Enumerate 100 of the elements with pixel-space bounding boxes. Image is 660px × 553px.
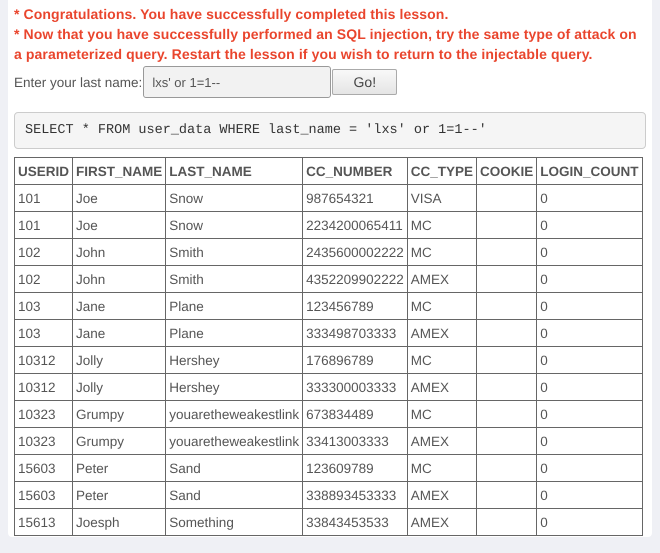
table-cell: Smith [166, 238, 303, 266]
last-name-field[interactable]: lxs' or 1=1-- [143, 66, 332, 98]
table-cell: AMEX [407, 266, 476, 292]
table-cell [476, 454, 537, 482]
table-cell: 102 [14, 238, 73, 266]
table-cell: 2234200065411 [302, 212, 408, 238]
table-cell [476, 400, 537, 428]
table-cell: 2435600002222 [302, 238, 408, 266]
table-cell: 103 [14, 320, 73, 346]
table-cell: 103 [14, 292, 73, 320]
table-cell: John [72, 266, 166, 292]
table-cell: 333300003333 [302, 374, 408, 400]
table-cell: 673834489 [302, 400, 408, 428]
table-cell: MC [407, 212, 476, 238]
table-cell: 0 [536, 428, 642, 454]
table-cell: AMEX [407, 374, 476, 400]
table-cell: 10312 [14, 374, 73, 400]
table-cell: 987654321 [302, 184, 408, 212]
table-cell [476, 292, 537, 320]
table-cell: MC [407, 292, 476, 320]
table-cell: Sand [166, 482, 303, 508]
table-cell: Sand [166, 454, 303, 482]
table-cell: Snow [166, 212, 303, 238]
table-cell: Hershey [166, 346, 303, 374]
last-name-label: Enter your last name: [14, 74, 142, 90]
table-cell: 101 [14, 184, 73, 212]
table-cell: MC [407, 400, 476, 428]
table-cell: Jane [72, 320, 166, 346]
table-cell: 15603 [14, 454, 73, 482]
success-message: * Now that you have successfully performed an SQL injection, try the same type of attack on a parameterized query. Restart the lesson if you wish to return to the injectable query. [14, 25, 638, 64]
table-cell: 10323 [14, 400, 73, 428]
table-cell: 4352209902222 [302, 266, 408, 292]
table-cell: youaretheweakestlink [166, 428, 303, 454]
table-cell: Jolly [72, 346, 166, 374]
table-cell: Jane [72, 292, 166, 320]
column-header: CC_TYPE [407, 158, 476, 184]
table-cell: Grumpy [72, 428, 166, 454]
table-cell [476, 482, 537, 508]
table-cell: MC [407, 238, 476, 266]
table-cell: Smith [166, 266, 303, 292]
table-cell: 15613 [14, 508, 73, 536]
table-cell: youaretheweakestlink [166, 400, 303, 428]
table-cell: Peter [72, 482, 166, 508]
table-cell: Peter [72, 454, 166, 482]
table-cell [476, 374, 537, 400]
table-cell: 102 [14, 266, 73, 292]
column-header: CC_NUMBER [302, 158, 408, 184]
table-cell: Something [166, 508, 303, 536]
table-cell [476, 238, 537, 266]
table-cell: MC [407, 454, 476, 482]
table-cell: 0 [536, 374, 642, 400]
table-cell: 123456789 [302, 292, 408, 320]
table-cell: 0 [536, 482, 642, 508]
table-cell [476, 346, 537, 374]
table-cell: Grumpy [72, 400, 166, 428]
table-cell: 0 [536, 346, 642, 374]
table-cell: 0 [536, 400, 642, 428]
table-cell: Plane [166, 320, 303, 346]
table-cell [476, 266, 537, 292]
go-button[interactable]: Go! [332, 69, 398, 95]
table-cell: 0 [536, 184, 642, 212]
column-header: COOKIE [476, 158, 537, 184]
table-cell: AMEX [407, 320, 476, 346]
table-cell: Snow [166, 184, 303, 212]
table-cell: 0 [536, 508, 642, 536]
table-cell: 333498703333 [302, 320, 408, 346]
column-header: FIRST_NAME [72, 158, 166, 184]
table-cell: 0 [536, 320, 642, 346]
table-cell [476, 428, 537, 454]
table-cell: VISA [407, 184, 476, 212]
table-cell: MC [407, 346, 476, 374]
table-cell: Joe [72, 184, 166, 212]
table-cell: 123609789 [302, 454, 408, 482]
table-cell: 10312 [14, 346, 73, 374]
table-cell [476, 212, 537, 238]
table-cell: Joesph [72, 508, 166, 536]
table-cell: Plane [166, 292, 303, 320]
table-cell: Hershey [166, 374, 303, 400]
table-cell: Jolly [72, 374, 166, 400]
table-cell: AMEX [407, 428, 476, 454]
table-cell: 101 [14, 212, 73, 238]
table-cell [476, 320, 537, 346]
table-cell: 176896789 [302, 346, 408, 374]
table-cell [476, 508, 537, 536]
table-cell: 15603 [14, 482, 73, 508]
table-cell: 33413003333 [302, 428, 408, 454]
column-header: LAST_NAME [166, 158, 303, 184]
success-message: * Congratulations. You have successfully completed this lesson. [14, 5, 450, 24]
table-cell: 338893453333 [302, 482, 408, 508]
column-header: LOGIN_COUNT [536, 158, 642, 184]
table-cell: 0 [536, 238, 642, 266]
table-cell [476, 184, 537, 212]
table-cell: John [72, 238, 166, 266]
column-header: USERID [14, 158, 73, 184]
table-cell: Joe [72, 212, 166, 238]
table-cell: 0 [536, 212, 642, 238]
table-cell: AMEX [407, 482, 476, 508]
table-cell: 10323 [14, 428, 73, 454]
table-cell: AMEX [407, 508, 476, 536]
table-cell: 0 [536, 454, 642, 482]
